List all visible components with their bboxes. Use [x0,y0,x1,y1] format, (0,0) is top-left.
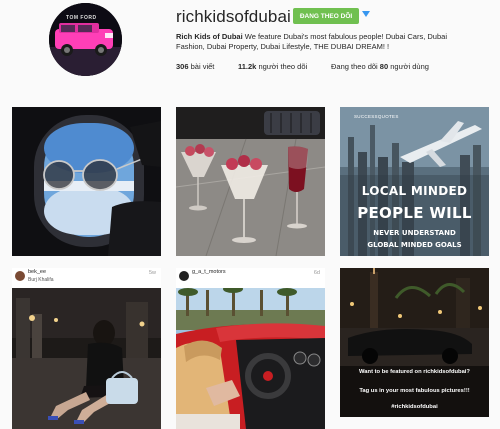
followers-count: 11.2k [238,62,257,71]
post-thumbnail[interactable] [176,107,325,256]
dessert-table-image [176,107,325,256]
quote-line: GLOBAL MINDED GOALS [367,241,462,249]
post-thumbnail[interactable]: Want to be featured on richkidsofdubai? … [340,268,489,417]
post-thumbnail[interactable]: SUCCESSQUOTES LOCAL MINDED PEOPLE WILL N… [340,107,489,256]
post-thumbnail[interactable]: bek_ee Burj Khalifa 5w [12,268,161,429]
night-city-photo [12,288,161,429]
post-header: g_a_t_motors 6d [176,268,325,288]
watermark-text: SUCCESSQUOTES [354,114,399,119]
night-boulevard-image [340,268,489,417]
avatar[interactable] [179,271,189,281]
profile-username: richkidsofdubai [176,7,291,26]
posts-label: bài viết [188,62,215,71]
following-prefix: Đang theo dõi [331,62,380,71]
chevron-down-icon[interactable] [362,11,370,17]
following-count: 80 [379,62,389,71]
avatar[interactable] [15,271,25,281]
profile-bio: Rich Kids of Dubai We feature Dubai's mo… [176,32,476,52]
followers-stat[interactable]: 11.2k người theo dõi [238,62,307,71]
post-header: bek_ee Burj Khalifa 5w [12,268,161,288]
post-age: 5w [148,270,156,276]
profile-avatar[interactable]: TOM FORD [49,3,122,76]
posts-stat: 306 bài viết [176,62,214,71]
post-age: 6d [313,270,320,276]
post-thumbnail[interactable]: g_a_t_motors 6d [176,268,325,429]
following-button[interactable]: ĐANG THEO DÕI [293,8,359,24]
promo-line: Tag us in your most fabulous pictures!!! [359,388,470,394]
post-username[interactable]: g_a_t_motors [192,269,226,275]
following-suffix: người dùng [388,62,429,71]
post-location[interactable]: Burj Khalifa [28,277,54,283]
promo-line: Want to be featured on richkidsofdubai? [359,369,470,375]
quote-line: LOCAL MINDED [361,184,468,198]
quote-line: PEOPLE WILL [357,204,472,222]
post-thumbnail[interactable] [12,107,161,256]
avatar-image [49,3,122,76]
quote-line: NEVER UNDERSTAND [373,229,456,237]
bio-name: Rich Kids of Dubai [176,32,243,41]
followers-label: người theo dõi [256,62,308,71]
red-convertible-photo [176,288,325,429]
post-username[interactable]: bek_ee [28,269,46,275]
airplane-window-image [12,107,161,256]
avatar-caption: TOM FORD [66,15,97,21]
following-stat[interactable]: Đang theo dõi 80 người dùng [331,62,429,71]
posts-count: 306 [176,62,189,71]
promo-hashtag[interactable]: #richkidsofdubai [340,404,489,410]
